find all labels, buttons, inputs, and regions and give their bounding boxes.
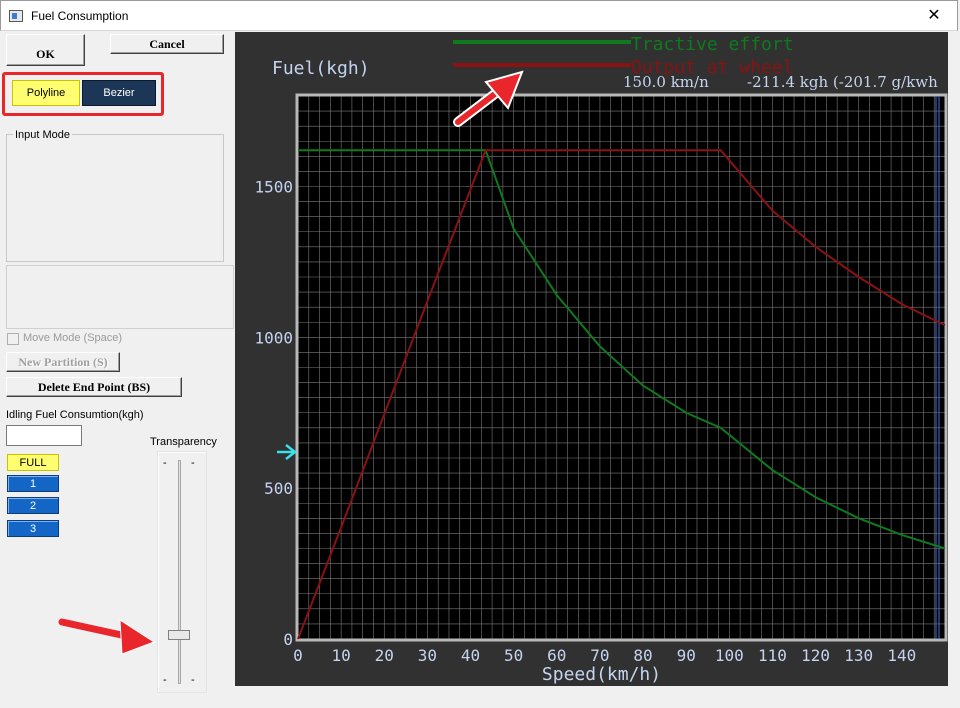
y-tick-label-500: 500: [264, 479, 293, 498]
x-tick-label-130: 130: [844, 646, 873, 665]
x-tick-label-10: 10: [332, 646, 351, 665]
close-icon[interactable]: ✕: [911, 1, 957, 31]
ok-button[interactable]: OK: [6, 34, 85, 66]
transparency-slider-track[interactable]: [178, 460, 181, 684]
delete-end-point-button[interactable]: Delete End Point (BS): [6, 377, 182, 397]
input-mode-group: [6, 134, 224, 262]
input-mode-panel: [6, 265, 234, 329]
level-2-button[interactable]: 2: [7, 497, 59, 514]
y-tick-label-0: 0: [283, 630, 293, 649]
new-partition-button[interactable]: New Partition (S): [6, 352, 120, 372]
move-mode-checkbox[interactable]: [7, 333, 19, 345]
transparency-slider-thumb[interactable]: [168, 630, 190, 640]
window-title: Fuel Consumption: [31, 9, 129, 23]
move-mode-label: Move Mode (Space): [23, 332, 123, 344]
x-tick-label-40: 40: [461, 646, 480, 665]
x-tick-label-50: 50: [504, 646, 523, 665]
app-icon: [9, 10, 23, 22]
annotation-arrow-legend: [453, 70, 524, 127]
level-full-button[interactable]: FULL: [7, 454, 59, 471]
cancel-button[interactable]: Cancel: [110, 34, 224, 54]
transparency-label: Transparency: [150, 436, 217, 448]
readout-speed: 150.0 km/n: [623, 73, 709, 91]
level-3-button[interactable]: 3: [7, 520, 59, 537]
slider-tick-top-right: -: [191, 457, 195, 469]
x-tick-label-0: 0: [293, 646, 303, 665]
slider-tick-top-left: -: [163, 457, 167, 469]
title-bar: Fuel Consumption ✕: [0, 0, 958, 31]
legend-label-0: Tractive effort: [631, 34, 794, 55]
x-tick-label-110: 110: [758, 646, 787, 665]
level-1-button[interactable]: 1: [7, 475, 59, 492]
polyline-button[interactable]: Polyline: [12, 80, 80, 106]
x-tick-label-100: 100: [715, 646, 744, 665]
fuel-chart[interactable]: 0 500 1000 1500 0 10 20 30 40 50 60 70 80 90 100 110 120…: [235, 32, 948, 686]
y-axis-label: Fuel(kgh): [272, 58, 370, 79]
transparency-slider-frame: [157, 451, 207, 693]
x-tick-label-70: 70: [590, 646, 609, 665]
slider-tick-bottom-right: -: [191, 674, 195, 686]
x-tick-label-120: 120: [801, 646, 830, 665]
readout-fuel: -211.4 kgh (-201.7 g/kwh: [747, 73, 938, 91]
x-tick-label-140: 140: [887, 646, 916, 665]
y-tick-label-1500: 1500: [254, 178, 293, 197]
idling-fuel-input[interactable]: [6, 425, 82, 446]
x-axis-label: Speed(km/h): [542, 664, 661, 685]
annotation-arrow-slider: [58, 618, 156, 655]
x-tick-label-60: 60: [547, 646, 566, 665]
grid-lines: [297, 95, 946, 640]
slider-tick-bottom-left: -: [163, 674, 167, 686]
idling-fuel-label: Idling Fuel Consumtion(kgh): [6, 409, 144, 421]
fuel-chart-svg: 0 500 1000 1500 0 10 20 30 40 50 60 70 80 90 100 110 120…: [254, 34, 948, 685]
x-tick-label-30: 30: [418, 646, 437, 665]
bezier-button[interactable]: Bezier: [82, 80, 156, 106]
y-tick-label-1000: 1000: [254, 328, 293, 347]
input-mode-label: Input Mode: [13, 129, 73, 141]
x-tick-label-20: 20: [375, 646, 394, 665]
x-tick-label-80: 80: [633, 646, 652, 665]
x-tick-label-90: 90: [677, 646, 696, 665]
